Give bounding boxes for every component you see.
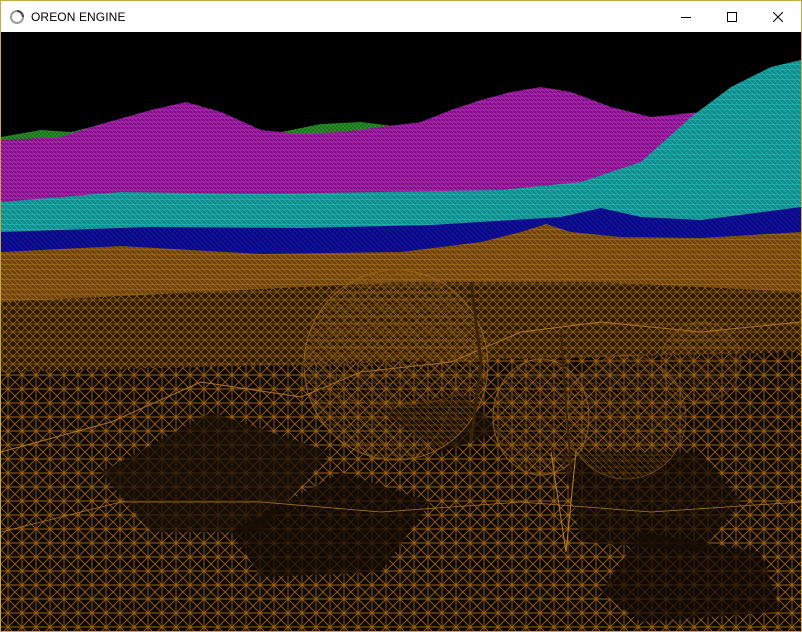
app-window: OREON ENGINE: [0, 0, 802, 632]
close-icon: [773, 11, 783, 22]
title-bar[interactable]: OREON ENGINE: [1, 1, 801, 32]
maximize-button[interactable]: [709, 1, 755, 32]
window-title: OREON ENGINE: [31, 9, 126, 24]
wireframe-scene: [1, 32, 801, 631]
maximize-icon: [727, 11, 737, 22]
minimize-icon: [681, 16, 691, 18]
close-button[interactable]: [755, 1, 801, 32]
loading-ring-icon: [10, 9, 24, 24]
minimize-button[interactable]: [663, 1, 709, 32]
window-controls: [663, 1, 801, 32]
render-viewport[interactable]: [1, 32, 801, 631]
